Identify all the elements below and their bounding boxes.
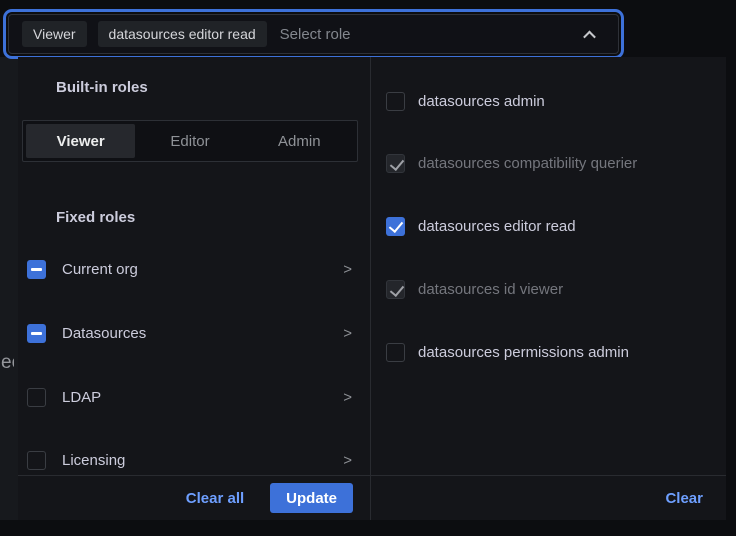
fixed-role-group-row[interactable]: LDAP > [18,369,370,425]
role-option-row[interactable]: datasources admin [371,73,726,129]
clear-all-link[interactable]: Clear all [186,490,244,507]
role-option-row[interactable]: datasources permissions admin [371,324,726,380]
fixed-role-group-row[interactable]: Current org > [18,241,370,297]
role-label: datasources permissions admin [418,344,629,361]
role-checkbox[interactable] [386,217,405,236]
role-select-input[interactable]: Viewer datasources editor read Select rol… [8,14,619,54]
angle-right-icon: > [343,453,352,468]
roles-column-right: datasources admin datasources compatibil… [371,57,726,520]
angle-right-icon: > [343,262,352,277]
role-option-row[interactable]: datasources id viewer [371,261,726,317]
background-page-strip: ec [0,57,18,520]
role-tag[interactable]: datasources editor read [98,21,267,47]
role-label: datasources compatibility querier [418,155,637,172]
role-checkbox[interactable] [386,343,405,362]
group-label: Current org [62,261,138,278]
angle-right-icon: > [343,326,352,341]
select-placeholder: Select role [280,26,351,43]
role-option-row[interactable]: datasources compatibility querier [371,135,726,191]
selected-role-tags: Viewer datasources editor read [22,21,267,47]
chevron-up-icon[interactable] [583,31,596,44]
group-label: Datasources [62,325,146,342]
role-label: datasources admin [418,93,545,110]
right-footer: Clear [371,475,726,520]
role-option-row[interactable]: datasources editor read [371,198,726,254]
role-label: datasources id viewer [418,281,563,298]
role-label: datasources editor read [418,218,576,235]
group-checkbox[interactable] [27,260,46,279]
roles-column-left: Built-in roles ViewerEditorAdmin Fixed r… [18,57,371,520]
update-button[interactable]: Update [270,483,353,513]
clear-link[interactable]: Clear [665,490,703,507]
group-checkbox[interactable] [27,324,46,343]
left-footer: Clear all Update [18,475,370,520]
fixed-role-groups-list: Current org > Datasources > LDAP > Licen… [18,57,370,520]
role-picker-dropdown: Built-in roles ViewerEditorAdmin Fixed r… [18,57,726,520]
fixed-role-group-row[interactable]: Datasources > [18,305,370,361]
role-tag[interactable]: Viewer [22,21,87,47]
group-checkbox[interactable] [27,451,46,470]
group-label: LDAP [62,389,101,406]
role-checkbox[interactable] [386,280,405,299]
role-options-list: datasources admin datasources compatibil… [371,57,726,520]
group-label: Licensing [62,452,125,469]
angle-right-icon: > [343,390,352,405]
role-checkbox[interactable] [386,154,405,173]
background-clipped-text: ec [1,352,14,378]
group-checkbox[interactable] [27,388,46,407]
role-checkbox[interactable] [386,92,405,111]
